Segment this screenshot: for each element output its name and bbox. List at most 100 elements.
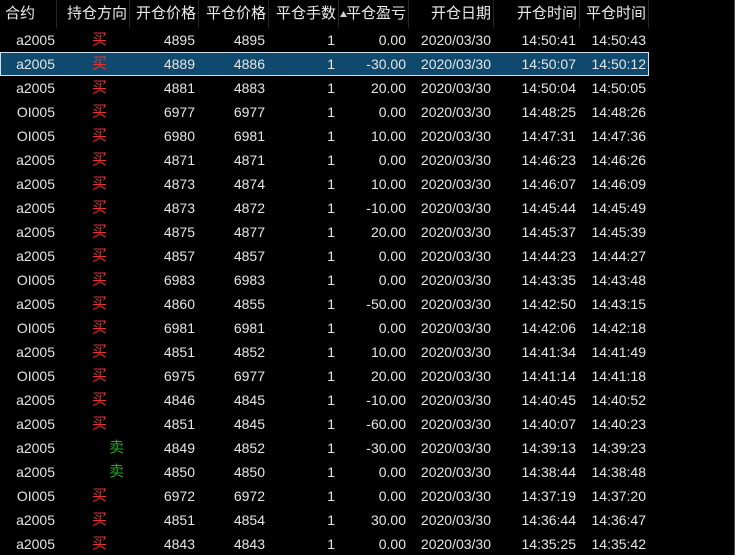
cell-direction: 买 <box>92 367 108 384</box>
table-row[interactable]: a2005 买 4851 4845 1 -60.00 2020/03/30 14… <box>0 412 649 436</box>
cell-open-date: 2020/03/30 <box>420 488 491 504</box>
cell-open-date: 2020/03/30 <box>420 440 491 456</box>
cell-open-date: 2020/03/30 <box>420 368 491 384</box>
cell-open-time: 14:40:45 <box>521 392 577 408</box>
column-header-close-pnl[interactable]: 平仓盈亏 <box>339 0 409 28</box>
cell-contract: a2005 <box>16 392 55 408</box>
cell-open-date: 2020/03/30 <box>420 104 491 120</box>
cell-open-date: 2020/03/30 <box>420 392 491 408</box>
table-row[interactable]: a2005 买 4873 4872 1 -10.00 2020/03/30 14… <box>0 196 649 220</box>
column-header-close-qty[interactable]: 平仓手数 <box>269 0 339 28</box>
cell-open-date: 2020/03/30 <box>420 128 491 144</box>
cell-close-pnl: 0.00 <box>378 464 406 480</box>
table-row[interactable]: a2005 买 4871 4871 1 0.00 2020/03/30 14:4… <box>0 148 649 172</box>
cell-close-pnl: 10.00 <box>370 344 406 360</box>
table-row[interactable]: OI005 买 6972 6972 1 0.00 2020/03/30 14:3… <box>0 484 649 508</box>
column-header-open-time[interactable]: 开仓时间 <box>494 0 580 28</box>
cell-close-qty: 1 <box>327 272 335 288</box>
cell-close-price: 4872 <box>233 200 265 216</box>
table-row-selected[interactable]: a2005 买 4889 4886 1 -30.00 2020/03/30 14… <box>0 52 649 76</box>
cell-contract: a2005 <box>16 440 55 456</box>
cell-open-time: 14:41:34 <box>521 344 577 360</box>
cell-close-time: 14:43:15 <box>591 296 647 312</box>
cell-close-price: 4855 <box>233 296 265 312</box>
cell-direction: 买 <box>92 127 108 144</box>
column-header-close-time[interactable]: 平仓时间 <box>580 0 649 28</box>
cell-open-time: 14:50:04 <box>521 80 577 96</box>
cell-close-qty: 1 <box>327 512 335 528</box>
table-row[interactable]: a2005 买 4895 4895 1 0.00 2020/03/30 14:5… <box>0 28 649 52</box>
cell-contract: a2005 <box>16 464 55 480</box>
table-row[interactable]: a2005 买 4857 4857 1 0.00 2020/03/30 14:4… <box>0 244 649 268</box>
sort-ascending-icon <box>340 11 347 17</box>
cell-direction: 买 <box>92 319 108 336</box>
cell-open-date: 2020/03/30 <box>420 248 491 264</box>
column-header-open-price[interactable]: 开仓价格 <box>130 0 199 28</box>
table-row[interactable]: OI005 买 6980 6981 1 10.00 2020/03/30 14:… <box>0 124 649 148</box>
table-header: 合约 持仓方向 开仓价格 平仓价格 平仓手数 平仓盈亏 开仓日期 开仓时间 平仓… <box>0 0 649 28</box>
table-row[interactable]: a2005 卖 4849 4852 1 -30.00 2020/03/30 14… <box>0 436 649 460</box>
cell-open-date: 2020/03/30 <box>420 152 491 168</box>
cell-open-date: 2020/03/30 <box>420 56 491 72</box>
cell-open-date: 2020/03/30 <box>420 320 491 336</box>
cell-contract: a2005 <box>16 200 55 216</box>
table-row[interactable]: a2005 买 4875 4877 1 20.00 2020/03/30 14:… <box>0 220 649 244</box>
cell-direction: 买 <box>92 535 108 552</box>
column-header-close-price[interactable]: 平仓价格 <box>199 0 269 28</box>
cell-close-time: 14:50:12 <box>591 56 647 72</box>
cell-close-pnl: -50.00 <box>366 296 406 312</box>
cell-close-time: 14:50:43 <box>591 32 647 48</box>
cell-close-time: 14:36:47 <box>591 512 647 528</box>
cell-close-time: 14:44:27 <box>591 248 647 264</box>
cell-direction: 买 <box>92 151 108 168</box>
cell-direction: 买 <box>92 487 108 504</box>
cell-open-price: 6975 <box>163 368 195 384</box>
cell-direction: 买 <box>92 175 108 192</box>
cell-open-date: 2020/03/30 <box>420 176 491 192</box>
cell-close-price: 4843 <box>233 536 265 552</box>
cell-open-price: 4875 <box>163 224 195 240</box>
cell-close-qty: 1 <box>327 176 335 192</box>
cell-contract: a2005 <box>16 344 55 360</box>
table-row[interactable]: a2005 买 4846 4845 1 -10.00 2020/03/30 14… <box>0 388 649 412</box>
cell-open-date: 2020/03/30 <box>420 464 491 480</box>
table-row[interactable]: a2005 买 4860 4855 1 -50.00 2020/03/30 14… <box>0 292 649 316</box>
cell-contract: a2005 <box>16 224 55 240</box>
cell-open-time: 14:50:07 <box>521 56 577 72</box>
column-header-open-date[interactable]: 开仓日期 <box>409 0 494 28</box>
cell-close-qty: 1 <box>327 80 335 96</box>
cell-close-pnl: 0.00 <box>378 152 406 168</box>
cell-close-pnl: 0.00 <box>378 248 406 264</box>
cell-close-qty: 1 <box>327 248 335 264</box>
cell-open-price: 4873 <box>163 200 195 216</box>
cell-close-time: 14:50:05 <box>591 80 647 96</box>
table-row[interactable]: a2005 买 4851 4854 1 30.00 2020/03/30 14:… <box>0 508 649 532</box>
cell-open-date: 2020/03/30 <box>420 512 491 528</box>
cell-open-price: 4849 <box>163 440 195 456</box>
cell-open-price: 4851 <box>163 344 195 360</box>
table-row[interactable]: a2005 买 4881 4883 1 20.00 2020/03/30 14:… <box>0 76 649 100</box>
table-row[interactable]: OI005 买 6977 6977 1 0.00 2020/03/30 14:4… <box>0 100 649 124</box>
column-header-direction[interactable]: 持仓方向 <box>57 0 130 28</box>
column-header-contract[interactable]: 合约 <box>0 0 57 28</box>
cell-contract: OI005 <box>16 488 55 504</box>
table-row[interactable]: OI005 买 6975 6977 1 20.00 2020/03/30 14:… <box>0 364 649 388</box>
table-row[interactable]: a2005 买 4843 4843 1 0.00 2020/03/30 14:3… <box>0 532 649 555</box>
table-row[interactable]: a2005 买 4851 4852 1 10.00 2020/03/30 14:… <box>0 340 649 364</box>
cell-close-time: 14:48:26 <box>591 104 647 120</box>
cell-close-qty: 1 <box>327 320 335 336</box>
cell-close-pnl: 0.00 <box>378 488 406 504</box>
table-row[interactable]: OI005 买 6981 6981 1 0.00 2020/03/30 14:4… <box>0 316 649 340</box>
cell-close-qty: 1 <box>327 416 335 432</box>
cell-close-pnl: 0.00 <box>378 272 406 288</box>
cell-close-time: 14:40:23 <box>591 416 647 432</box>
table-row[interactable]: a2005 买 4873 4874 1 10.00 2020/03/30 14:… <box>0 172 649 196</box>
cell-close-pnl: -60.00 <box>366 416 406 432</box>
cell-open-time: 14:40:07 <box>521 416 577 432</box>
cell-close-qty: 1 <box>327 392 335 408</box>
table-row[interactable]: a2005 卖 4850 4850 1 0.00 2020/03/30 14:3… <box>0 460 649 484</box>
cell-close-qty: 1 <box>327 488 335 504</box>
cell-open-time: 14:50:41 <box>521 32 577 48</box>
table-row[interactable]: OI005 买 6983 6983 1 0.00 2020/03/30 14:4… <box>0 268 649 292</box>
cell-close-qty: 1 <box>327 152 335 168</box>
